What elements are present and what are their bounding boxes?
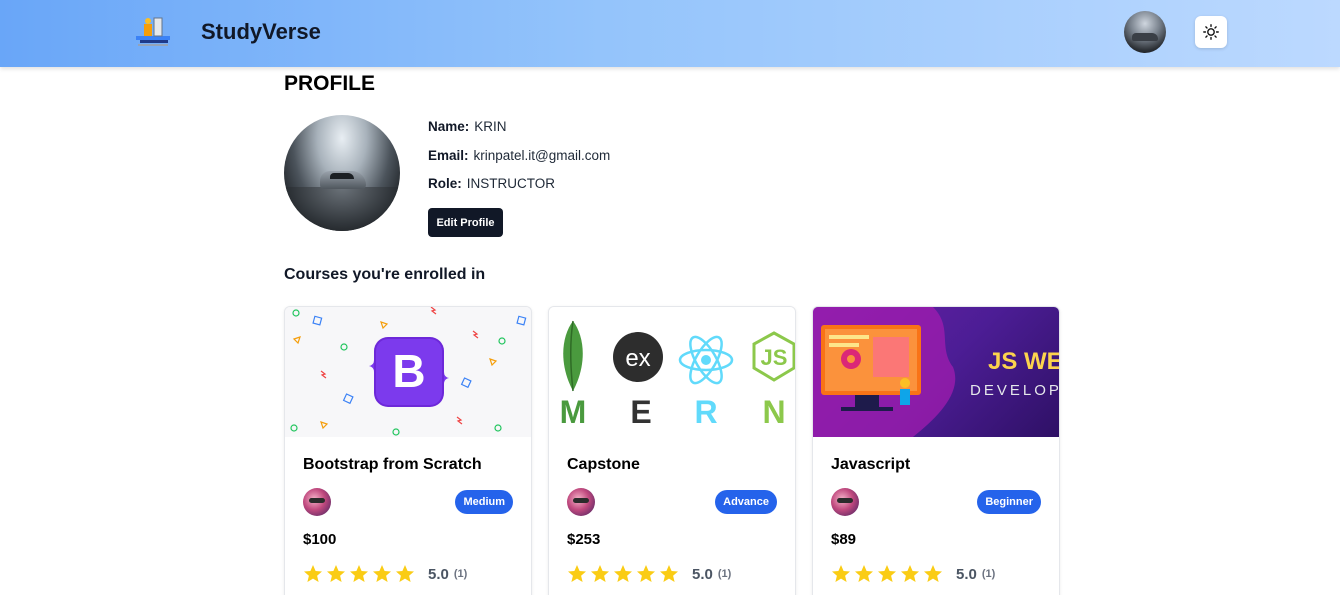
sun-icon	[1203, 24, 1219, 40]
page-title: PROFILE	[284, 72, 376, 95]
email-value: krinpatel.it@gmail.com	[473, 148, 611, 163]
profile-role-row: Role: INSTRUCTOR	[428, 176, 555, 191]
course-title[interactable]: Bootstrap from Scratch	[303, 456, 482, 474]
star-icon	[350, 565, 368, 582]
top-navbar: StudyVerse	[0, 0, 1340, 67]
express-logo-text: ex	[625, 345, 650, 372]
role-value: INSTRUCTOR	[466, 176, 556, 191]
instructor-avatar	[567, 488, 595, 516]
star-icon	[832, 565, 850, 582]
level-badge: Advance	[715, 490, 777, 514]
rating-value: 5.0	[692, 565, 713, 583]
email-label: Email:	[428, 148, 469, 163]
profile-photo	[284, 115, 400, 231]
mern-letter: R	[694, 394, 717, 430]
name-label: Name:	[428, 119, 470, 134]
course-thumbnail: B	[285, 307, 531, 437]
star-icon	[878, 565, 896, 582]
mern-letter: M	[560, 394, 587, 430]
level-badge: Medium	[455, 490, 513, 514]
course-rating: 5.0 (1)	[831, 564, 995, 584]
rating-count: (1)	[717, 568, 732, 580]
edit-profile-button[interactable]: Edit Profile	[428, 208, 503, 237]
star-icon	[327, 565, 345, 582]
star-icon	[901, 565, 919, 582]
svg-text:B: B	[392, 345, 425, 397]
study-logo-icon[interactable]	[134, 14, 174, 50]
course-card-javascript[interactable]: JS WE DEVELOPM Javascript Beginner $89 5…	[812, 306, 1060, 595]
course-title[interactable]: Javascript	[831, 456, 910, 474]
course-thumbnail: JS WE DEVELOPM	[813, 307, 1060, 437]
instructor-avatar	[831, 488, 859, 516]
instructor-avatar	[303, 488, 331, 516]
svg-text:JS: JS	[761, 345, 788, 370]
avatar-glasses	[837, 498, 853, 503]
star-icon	[637, 565, 655, 582]
name-value: KRIN	[474, 119, 507, 134]
rating-count: (1)	[453, 568, 468, 580]
rating-count: (1)	[981, 568, 996, 580]
profile-email-row: Email: krinpatel.it@gmail.com	[428, 148, 610, 163]
avatar-glasses	[309, 498, 325, 503]
user-avatar[interactable]	[1124, 11, 1166, 53]
course-price: $253	[567, 531, 601, 548]
course-price: $100	[303, 531, 337, 548]
avatar-glasses	[573, 498, 589, 503]
course-rating: 5.0 (1)	[303, 564, 467, 584]
course-price: $89	[831, 531, 857, 548]
course-rating: 5.0 (1)	[567, 564, 731, 584]
role-label: Role:	[428, 176, 462, 191]
photo-road	[284, 187, 400, 231]
thumbnail-title: JS WE	[988, 348, 1060, 375]
star-icon	[924, 565, 942, 582]
courses-heading: Courses you're enrolled in	[284, 266, 486, 283]
star-icon	[660, 565, 678, 582]
level-badge: Beginner	[977, 490, 1041, 514]
brand-name[interactable]: StudyVerse	[201, 19, 321, 45]
star-icon	[396, 565, 414, 582]
thumbnail-subtitle: DEVELOPM	[970, 382, 1060, 399]
theme-toggle-button[interactable]	[1195, 16, 1227, 48]
star-icon	[614, 565, 632, 582]
course-thumbnail: ex JS M E R N	[549, 307, 795, 437]
photo-car-window	[330, 173, 354, 179]
rating-value: 5.0	[428, 565, 449, 583]
profile-name-row: Name: KRIN	[428, 119, 507, 134]
star-icon	[373, 565, 391, 582]
course-card-bootstrap[interactable]: B Bootstrap from Scratch Medium $100 5.0…	[284, 306, 532, 595]
rating-value: 5.0	[956, 565, 977, 583]
star-icon	[304, 565, 322, 582]
course-title[interactable]: Capstone	[567, 456, 640, 474]
course-card-capstone[interactable]: ex JS M E R N Capstone Advance $253 5.0 …	[548, 306, 796, 595]
mern-letter: E	[630, 394, 651, 430]
star-icon	[568, 565, 586, 582]
star-icon	[855, 565, 873, 582]
star-icon	[591, 565, 609, 582]
mern-letter: N	[762, 394, 785, 430]
car-image-detail	[1132, 33, 1158, 41]
